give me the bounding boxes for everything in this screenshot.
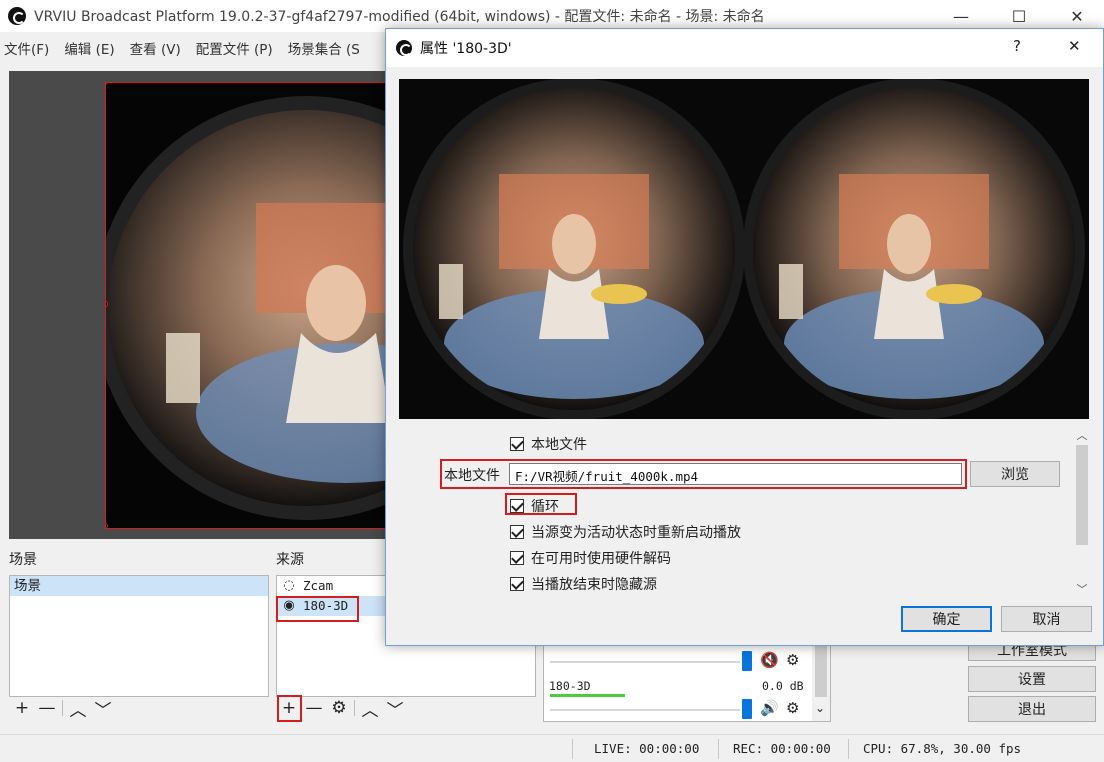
help-button[interactable]: ? bbox=[1013, 37, 1021, 55]
dialog-title: 属性 '180-3D' bbox=[420, 41, 512, 57]
menu-profile[interactable]: 配置文件 (P) bbox=[196, 38, 273, 58]
mixer-gear-icon[interactable]: ⚙ bbox=[786, 699, 799, 717]
toolbar-divider bbox=[354, 700, 355, 716]
restart-on-active-label: 当源变为活动状态时重新启动播放 bbox=[531, 525, 741, 541]
restart-on-active-checkbox[interactable] bbox=[510, 525, 524, 539]
scroll-down-icon[interactable]: ⌄ bbox=[815, 701, 825, 715]
rec-timer: REC: 00:00:00 bbox=[733, 741, 831, 756]
status-bar: LIVE: 00:00:00 REC: 00:00:00 CPU: 67.8%,… bbox=[0, 734, 1104, 762]
mixer-scrollbar[interactable]: ⌄ bbox=[812, 641, 830, 721]
scroll-down-icon[interactable]: ﹀ bbox=[1074, 581, 1090, 597]
browse-button[interactable]: 浏览 bbox=[970, 461, 1060, 487]
exit-button[interactable]: 退出 bbox=[968, 696, 1096, 722]
stereo-fisheye-image bbox=[399, 79, 1089, 419]
move-scene-up-button[interactable]: ︿ bbox=[68, 698, 88, 721]
menu-edit[interactable]: 编辑 (E) bbox=[64, 38, 114, 58]
speaker-icon[interactable]: 🔊 bbox=[760, 699, 779, 717]
menu-scene-collection[interactable]: 场景集合 (S bbox=[288, 38, 360, 58]
scenes-label: 场景 bbox=[9, 552, 37, 568]
fisheye-preview-image bbox=[106, 83, 394, 528]
add-source-button[interactable]: + bbox=[279, 698, 299, 718]
properties-dialog: 属性 '180-3D' ? ✕ 本地文件 本地文件 F:/VR视频/fruit_… bbox=[385, 28, 1104, 646]
loop-checkbox-row[interactable]: 循环 bbox=[510, 496, 559, 516]
scroll-thumb[interactable] bbox=[815, 643, 827, 697]
move-source-down-button[interactable]: ﹀ bbox=[385, 698, 405, 721]
hide-when-ended-checkbox-row[interactable]: 当播放结束时隐藏源 bbox=[510, 574, 657, 594]
eye-icon[interactable]: ◉ bbox=[281, 596, 297, 616]
remove-source-button[interactable]: — bbox=[304, 698, 324, 718]
volume-track bbox=[550, 709, 740, 711]
dialog-title-bar: 属性 '180-3D' ? ✕ bbox=[386, 29, 1103, 67]
menu-bar: 文件(F) 编辑 (E) 查看 (V) 配置文件 (P) 场景集合 (S bbox=[0, 36, 375, 60]
live-timer: LIVE: 00:00:00 bbox=[594, 741, 700, 756]
right-eye-view bbox=[743, 79, 1085, 419]
volume-track bbox=[550, 661, 740, 663]
main-preview[interactable] bbox=[9, 71, 394, 539]
sources-toolbar: + — ⚙ ︿ ﹀ bbox=[279, 698, 405, 721]
hardware-decode-checkbox-row[interactable]: 在可用时使用硬件解码 bbox=[510, 548, 671, 568]
settings-button[interactable]: 设置 bbox=[968, 666, 1096, 692]
status-divider bbox=[572, 739, 573, 759]
remove-scene-button[interactable]: — bbox=[37, 698, 57, 718]
scenes-list[interactable]: 场景 bbox=[9, 575, 269, 697]
scroll-up-icon[interactable]: ︿ bbox=[1074, 427, 1090, 443]
scroll-thumb[interactable] bbox=[1076, 445, 1088, 545]
restart-on-active-checkbox-row[interactable]: 当源变为活动状态时重新启动播放 bbox=[510, 522, 741, 542]
loop-label: 循环 bbox=[531, 499, 559, 515]
local-file-checkbox-row[interactable]: 本地文件 bbox=[510, 434, 587, 454]
toolbar-divider bbox=[62, 700, 63, 716]
source-name: Zcam bbox=[303, 578, 334, 593]
status-divider bbox=[718, 739, 719, 759]
hardware-decode-label: 在可用时使用硬件解码 bbox=[531, 551, 671, 567]
source-preview bbox=[399, 79, 1089, 419]
local-file-path-input[interactable]: F:/VR视频/fruit_4000k.mp4 bbox=[509, 463, 962, 485]
left-eye-view bbox=[403, 79, 745, 419]
dialog-close-button[interactable]: ✕ bbox=[1068, 37, 1081, 55]
audio-mixer: 🔇 ⚙ 180-3D 0.0 dB 🔊 ⚙ ⌄ bbox=[543, 640, 831, 722]
loop-checkbox[interactable] bbox=[510, 499, 524, 513]
volume-slider[interactable] bbox=[742, 699, 752, 719]
eye-hidden-icon[interactable]: ◌ bbox=[281, 576, 297, 596]
muted-speaker-icon[interactable]: 🔇 bbox=[760, 651, 779, 669]
local-file-checkbox[interactable] bbox=[510, 437, 524, 451]
window-title: VRVIU Broadcast Platform 19.0.2-37-gf4af… bbox=[34, 9, 765, 25]
status-divider bbox=[848, 739, 849, 759]
volume-slider[interactable] bbox=[742, 651, 752, 671]
move-scene-down-button[interactable]: ﹀ bbox=[93, 698, 113, 721]
local-file-check-label: 本地文件 bbox=[531, 437, 587, 453]
menu-view[interactable]: 查看 (V) bbox=[130, 38, 181, 58]
scenes-toolbar: + — ︿ ﹀ bbox=[12, 698, 113, 721]
cpu-fps: CPU: 67.8%, 30.00 fps bbox=[863, 741, 1022, 756]
properties-panel: 本地文件 本地文件 F:/VR视频/fruit_4000k.mp4 浏览 循环 … bbox=[386, 424, 1089, 599]
hide-when-ended-label: 当播放结束时隐藏源 bbox=[531, 577, 657, 593]
resize-handle[interactable] bbox=[106, 523, 108, 528]
mixer-channel-name: 180-3D bbox=[549, 679, 591, 693]
source-settings-gear-icon[interactable]: ⚙ bbox=[329, 698, 349, 718]
app-logo-icon bbox=[396, 40, 412, 56]
scene-item[interactable]: 场景 bbox=[10, 576, 268, 596]
add-scene-button[interactable]: + bbox=[12, 698, 32, 718]
ok-button[interactable]: 确定 bbox=[901, 606, 992, 632]
properties-scrollbar[interactable]: ︿ ﹀ bbox=[1074, 427, 1090, 599]
preview-source-frame[interactable] bbox=[105, 82, 394, 529]
hide-when-ended-checkbox[interactable] bbox=[510, 577, 524, 591]
level-meter bbox=[550, 694, 625, 697]
mixer-channel-level: 0.0 dB bbox=[762, 679, 804, 693]
hardware-decode-checkbox[interactable] bbox=[510, 551, 524, 565]
cancel-button[interactable]: 取消 bbox=[1001, 606, 1092, 632]
mixer-gear-icon[interactable]: ⚙ bbox=[786, 651, 799, 669]
sources-label: 来源 bbox=[276, 552, 304, 568]
menu-file[interactable]: 文件(F) bbox=[4, 38, 49, 58]
source-name: 180-3D bbox=[303, 598, 349, 613]
app-logo-icon bbox=[8, 7, 26, 25]
move-source-up-button[interactable]: ︿ bbox=[360, 698, 380, 721]
local-file-label: 本地文件 bbox=[444, 468, 500, 484]
